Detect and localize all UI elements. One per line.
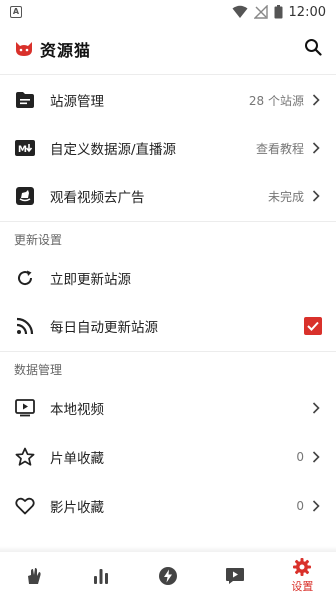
tab-recommend[interactable] (0, 552, 67, 600)
heart-icon (14, 495, 36, 517)
divider (0, 221, 336, 222)
tv-play-icon (226, 568, 245, 584)
tab-settings-label: 设置 (291, 580, 314, 593)
folder-icon (14, 89, 36, 111)
no-signal-icon (253, 5, 268, 19)
chevron-right-icon (310, 190, 322, 202)
rss-icon (14, 315, 36, 337)
row-value: 查看教程 (255, 141, 304, 156)
divider (0, 351, 336, 352)
row-ad-free-videos[interactable]: 观看视频去广告 未完成 (0, 172, 336, 220)
divider (0, 74, 336, 75)
status-bar: A 12:00 (0, 0, 336, 24)
star-icon (14, 446, 36, 468)
chevron-right-icon (310, 402, 322, 414)
auto-update-checkbox[interactable] (304, 317, 322, 335)
row-daily-auto-update[interactable]: 每日自动更新站源 (0, 302, 336, 350)
rocking-horse-icon (14, 185, 36, 207)
chevron-right-icon (310, 500, 322, 512)
play-box-icon (14, 397, 36, 419)
search-button[interactable] (304, 38, 322, 60)
row-movie-favorites[interactable]: 影片收藏 0 (0, 482, 336, 530)
section-header-update: 更新设置 (14, 233, 63, 247)
bolt-icon (159, 567, 177, 585)
refresh-icon (14, 267, 36, 289)
tab-settings[interactable]: 设置 (269, 552, 336, 600)
hand-icon (27, 568, 41, 584)
section-header-data: 数据管理 (14, 363, 63, 377)
app-logo: 资源猫 (14, 37, 91, 61)
bottom-nav-shadow (0, 546, 336, 552)
row-label: 影片收藏 (50, 500, 104, 516)
row-local-videos[interactable]: 本地视频 (0, 384, 336, 432)
tab-flash[interactable] (134, 552, 201, 600)
chart-icon (93, 569, 108, 584)
row-label: 本地视频 (50, 402, 104, 418)
wifi-icon (232, 5, 248, 18)
chevron-right-icon (310, 451, 322, 463)
row-label: 片单收藏 (50, 451, 104, 467)
row-value: 未完成 (267, 189, 304, 204)
bottom-nav: 设置 (0, 546, 336, 600)
svg-text:M: M (18, 145, 27, 155)
check-icon (307, 321, 319, 331)
cat-logo-icon (16, 42, 32, 56)
search-icon (305, 39, 322, 56)
row-label: 立即更新站源 (50, 272, 131, 288)
row-custom-data-source[interactable]: M 自定义数据源/直播源 查看教程 (0, 124, 336, 172)
gear-icon (293, 558, 312, 576)
app-bar: 资源猫 (0, 28, 336, 70)
row-label: 观看视频去广告 (50, 190, 145, 206)
row-value: 0 (296, 450, 304, 464)
row-update-now[interactable]: 立即更新站源 (0, 254, 336, 302)
row-value: 0 (296, 499, 304, 513)
row-playlist-favorites[interactable]: 片单收藏 0 (0, 433, 336, 481)
row-label: 站源管理 (50, 94, 104, 110)
chevron-right-icon (310, 94, 322, 106)
markdown-icon: M (14, 137, 36, 159)
tab-live[interactable] (202, 552, 269, 600)
row-label: 每日自动更新站源 (50, 320, 158, 336)
chevron-right-icon (310, 142, 322, 154)
row-value: 28 个站源 (248, 93, 304, 108)
app-title: 资源猫 (40, 41, 92, 60)
battery-icon (274, 5, 283, 19)
status-time: 12:00 (288, 4, 326, 20)
row-label: 自定义数据源/直播源 (50, 142, 177, 158)
row-site-source-management[interactable]: 站源管理 28 个站源 (0, 76, 336, 124)
tab-ranking[interactable] (67, 552, 134, 600)
notification-icon: A (10, 6, 22, 18)
